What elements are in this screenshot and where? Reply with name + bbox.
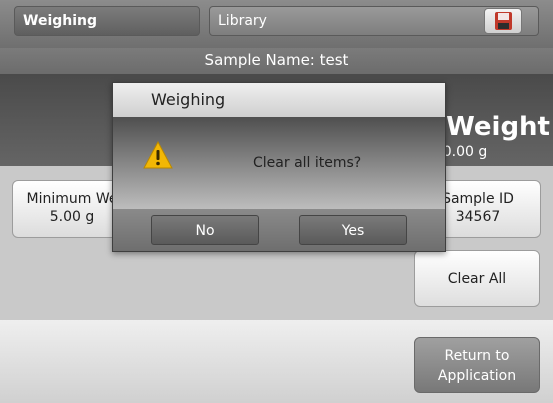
dialog-footer: No Yes [113,209,445,251]
return-label-line1: Return to [444,348,510,364]
return-label-line2: Application [437,368,517,384]
sample-name-label: Sample Name: test [0,48,553,74]
dialog-body: Clear all items? [113,117,445,209]
save-button[interactable] [484,8,522,34]
top-bar: Weighing Library [0,0,553,48]
confirm-dialog: Weighing Clear all items? No Yes [112,82,446,252]
dialog-title: Weighing [113,83,445,117]
save-icon [495,12,512,30]
dialog-message: Clear all items? [253,155,362,171]
no-button[interactable]: No [151,215,259,245]
yes-button[interactable]: Yes [299,215,407,245]
clear-all-button[interactable]: Clear All [414,250,540,307]
tab-weighing[interactable]: Weighing [14,6,200,36]
warning-icon [143,141,173,169]
return-to-application-button[interactable]: Return to Application [414,337,540,393]
